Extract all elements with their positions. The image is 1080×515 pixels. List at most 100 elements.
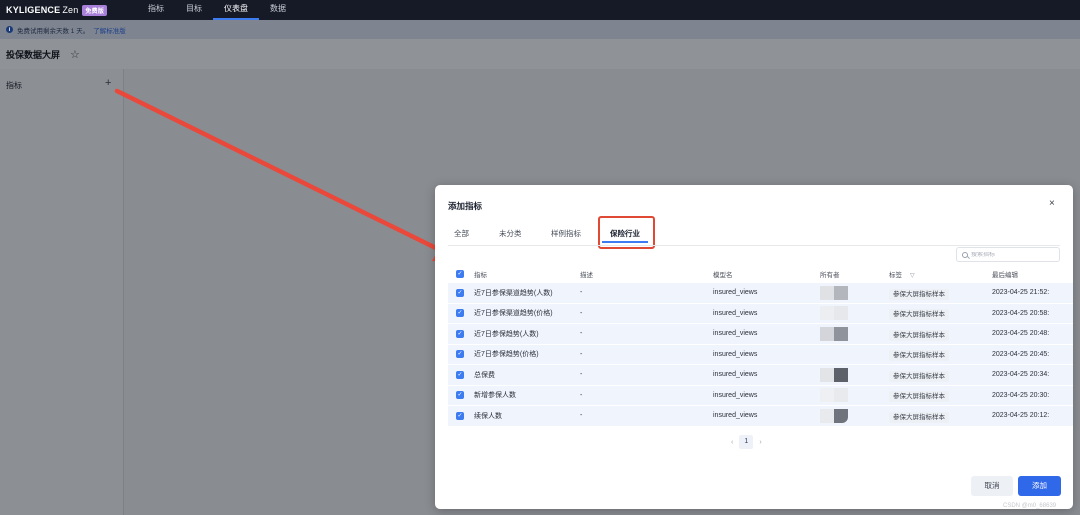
owner-avatar [820,367,848,382]
tag-pill: 参保大屏指标样本 [889,391,949,403]
tabs-divider [448,245,1060,246]
metric-model: insured_views [713,330,758,338]
logo-text: KYLIGENCE [6,5,61,15]
page-title: 投保数据大屏 [6,49,61,60]
main-nav: 指标 目标 仪表盘 数据 [137,0,297,20]
metric-desc: - [580,391,583,399]
filter-icon[interactable]: ▽ [910,272,915,279]
metric-name: 续保人数 [474,412,502,420]
metric-edited: 2023-04-25 20:45: [992,350,1050,358]
logo-suffix: Zen [62,5,79,15]
metric-tag: 参保大屏指标样本 [889,329,949,341]
metric-model: insured_views [713,371,758,379]
trial-notice-bar: i 免费试用剩余天数 1 天。 了解标准版 [0,20,1080,39]
learn-standard-link[interactable]: 了解标准版 [93,25,126,35]
tag-pill: 参保大屏指标样本 [889,370,949,382]
col-header-tag-label: 标签 [889,272,902,279]
add-metric-icon[interactable]: + [105,77,111,89]
metric-tag: 参保大屏指标样本 [889,370,949,382]
row-checkbox[interactable]: ✓ [456,309,464,318]
metric-model: insured_views [713,309,758,317]
owner-avatar [820,347,848,362]
nav-item-goals[interactable]: 目标 [175,0,213,20]
table-row[interactable]: ✓ 近7日参保趋势(价格) - insured_views 参保大屏指标样本 2… [448,344,1073,365]
watermark: CSDN @m0_68639 [1003,503,1057,509]
table-header: ✓ 指标 描述 模型名 所有者 标签 ▽ 最后编辑 [448,265,1073,283]
add-button[interactable]: 添加 [1018,476,1061,496]
add-metric-dialog: 添加指标 × 全部 未分类 样例指标 保险行业 ✓ 指标 描述 模型名 所有者 … [435,185,1073,509]
top-navigation-bar: KYLIGENCE Zen 免费版 指标 目标 仪表盘 数据 [0,0,1080,20]
metric-model: insured_views [713,412,758,420]
trial-notice-text: 免费试用剩余天数 1 天。 [17,27,90,35]
tag-pill: 参保大屏指标样本 [889,309,949,321]
metric-desc: - [580,330,583,338]
tab-sample-metrics[interactable]: 样例指标 [551,225,581,243]
nav-item-dashboard[interactable]: 仪表盘 [213,0,260,20]
table-row[interactable]: ✓ 总保费 - insured_views 参保大屏指标样本 2023-04-2… [448,365,1073,386]
dashboard-header: 投保数据大屏 ☆ [0,39,1080,69]
metric-name: 新增参保人数 [474,392,516,400]
metric-search-input[interactable] [971,251,1051,258]
owner-avatar [820,326,848,341]
star-icon[interactable]: ☆ [70,48,80,61]
tab-uncategorized[interactable]: 未分类 [499,225,522,243]
table-row[interactable]: ✓ 新增参保人数 - insured_views 参保大屏指标样本 2023-0… [448,385,1073,406]
col-header-name: 指标 [474,272,487,279]
metric-edited: 2023-04-25 20:48: [992,330,1050,338]
info-icon: i [6,26,13,33]
page-number[interactable]: 1 [739,435,754,449]
table-row[interactable]: ✓ 续保人数 - insured_views 参保大屏指标样本 2023-04-… [448,406,1073,427]
metric-search-box[interactable] [956,247,1060,262]
metric-edited: 2023-04-25 20:12: [992,412,1050,420]
metric-name: 近7日参保渠道趋势(人数) [474,289,553,297]
metric-model: insured_views [713,391,758,399]
metric-desc: - [580,412,583,420]
tag-pill: 参保大屏指标样本 [889,350,949,362]
nav-item-data[interactable]: 数据 [259,0,297,20]
prev-page-button[interactable]: ‹ [731,439,733,446]
metric-desc: - [580,350,583,358]
metric-model: insured_views [713,350,758,358]
metric-desc: - [580,289,583,297]
metric-name: 近7日参保渠道趋势(价格) [474,310,553,318]
sidebar-metrics-label: 指标 [6,81,22,90]
tag-pill: 参保大屏指标样本 [889,411,949,423]
search-icon [962,251,968,258]
close-icon[interactable]: × [1049,198,1055,209]
tab-all[interactable]: 全部 [454,225,469,243]
col-header-tag: 标签 ▽ [889,269,915,279]
tag-pill: 参保大屏指标样本 [889,329,949,341]
cancel-button[interactable]: 取消 [971,476,1013,496]
metric-desc: - [580,371,583,379]
row-checkbox[interactable]: ✓ [456,288,464,297]
metric-tag: 参保大屏指标样本 [889,390,949,403]
row-checkbox[interactable]: ✓ [456,411,464,420]
metric-tag: 参保大屏指标样本 [889,349,949,362]
col-header-desc: 描述 [580,272,593,279]
pagination: ‹ 1 › [731,435,762,449]
metric-edited: 2023-04-25 20:34: [992,371,1050,379]
nav-item-metrics[interactable]: 指标 [137,0,175,20]
metric-edited: 2023-04-25 20:58: [992,309,1050,317]
row-checkbox[interactable]: ✓ [456,391,464,400]
table-row[interactable]: ✓ 近7日参保渠道趋势(价格) - insured_views 参保大屏指标样本… [448,303,1073,324]
row-checkbox[interactable]: ✓ [456,370,464,379]
owner-avatar [820,306,848,321]
table-row[interactable]: ✓ 近7日参保渠道趋势(人数) - insured_views 参保大屏指标样本… [448,283,1073,304]
metric-model: insured_views [713,289,758,297]
select-all-checkbox[interactable]: ✓ [456,270,464,278]
metric-name: 近7日参保趋势(人数) [474,330,539,338]
metric-name: 总保费 [474,371,495,379]
metrics-sidebar: 指标 + [0,69,124,515]
col-header-owner: 所有者 [820,272,840,279]
metric-edited: 2023-04-25 20:30: [992,391,1050,399]
app-logo[interactable]: KYLIGENCE Zen 免费版 [6,4,108,16]
row-checkbox[interactable]: ✓ [456,329,464,338]
col-header-edited: 最后编辑 [992,272,1018,279]
metric-desc: - [580,309,583,317]
row-checkbox[interactable]: ✓ [456,350,464,359]
table-row[interactable]: ✓ 近7日参保趋势(人数) - insured_views 参保大屏指标样本 2… [448,324,1073,345]
owner-avatar [820,408,848,423]
owner-avatar [820,388,848,403]
next-page-button[interactable]: › [759,439,761,446]
